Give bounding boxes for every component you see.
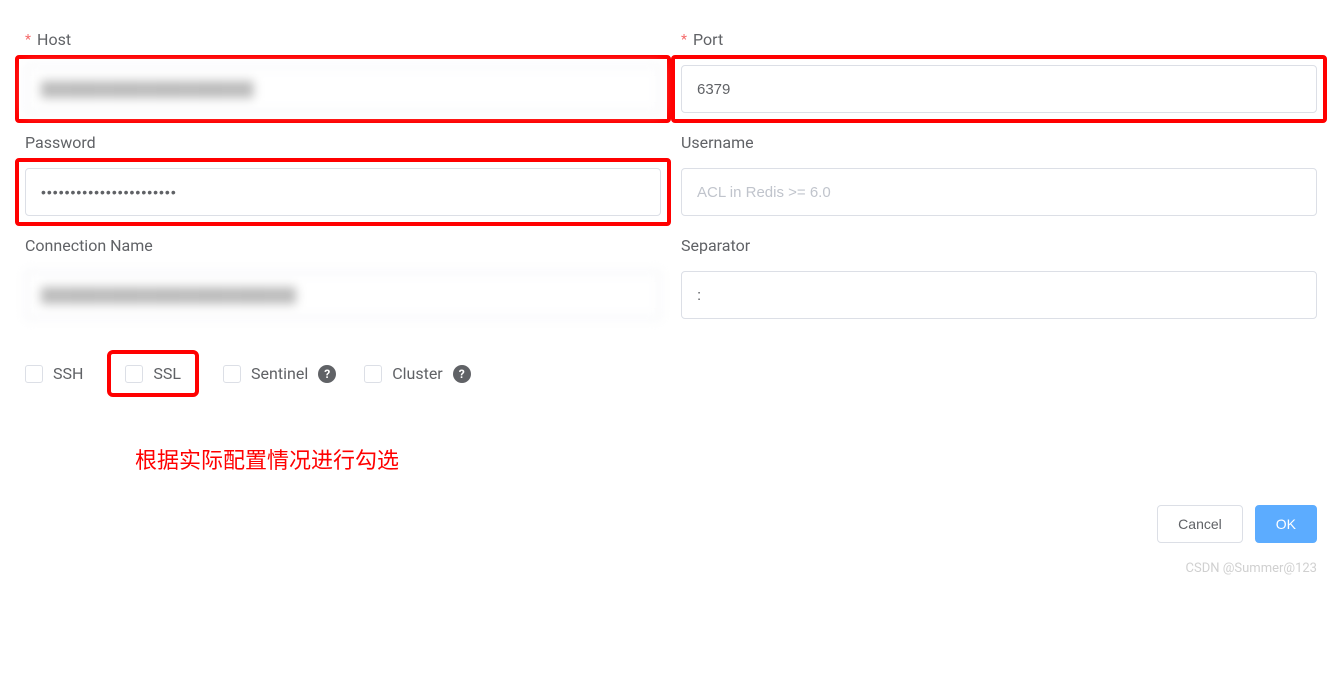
checkbox-icon	[364, 365, 382, 383]
separator-field-group: Separator	[681, 236, 1317, 319]
annotation-text: 根据实际配置情况进行勾选	[135, 443, 1317, 475]
separator-input[interactable]	[681, 271, 1317, 319]
cluster-checkbox-item[interactable]: Cluster ?	[364, 364, 471, 383]
separator-label-text: Separator	[681, 236, 750, 255]
username-input[interactable]	[681, 168, 1317, 216]
checkbox-icon	[125, 365, 143, 383]
port-label-text: Port	[693, 30, 723, 49]
help-icon[interactable]: ?	[318, 365, 336, 383]
host-label: * Host	[25, 30, 661, 49]
username-field-group: Username	[681, 133, 1317, 216]
ssh-checkbox-item[interactable]: SSH	[25, 364, 83, 383]
ssl-checkbox-label: SSL	[153, 364, 181, 383]
sentinel-checkbox-label: Sentinel	[251, 364, 308, 383]
username-label: Username	[681, 133, 1317, 152]
help-icon[interactable]: ?	[453, 365, 471, 383]
checkbox-icon	[25, 365, 43, 383]
connection-name-input[interactable]	[25, 271, 661, 319]
ssl-checkbox-item[interactable]: SSL	[125, 364, 181, 383]
port-field-group: * Port	[681, 30, 1317, 113]
ssh-checkbox-label: SSH	[53, 364, 83, 383]
connection-name-label-text: Connection Name	[25, 236, 153, 255]
port-input[interactable]	[681, 65, 1317, 113]
cluster-checkbox-label: Cluster	[392, 364, 443, 383]
password-input[interactable]	[25, 168, 661, 216]
connection-name-label: Connection Name	[25, 236, 661, 255]
separator-label: Separator	[681, 236, 1317, 255]
host-input[interactable]	[25, 65, 661, 113]
watermark-text: CSDN @Summer@123	[25, 561, 1317, 576]
password-label-text: Password	[25, 133, 96, 152]
password-field-group: Password	[25, 133, 661, 216]
ok-button[interactable]: OK	[1255, 505, 1317, 543]
connection-name-field-group: Connection Name	[25, 236, 661, 319]
password-highlight-box	[15, 158, 671, 226]
username-label-text: Username	[681, 133, 754, 152]
footer-buttons: Cancel OK	[25, 505, 1317, 543]
options-checkbox-row: SSH SSL Sentinel ? Cluster ?	[25, 364, 1317, 383]
host-label-text: Host	[37, 30, 71, 49]
port-highlight-box	[671, 55, 1327, 123]
password-label: Password	[25, 133, 661, 152]
sentinel-checkbox-item[interactable]: Sentinel ?	[223, 364, 336, 383]
ssl-highlight-box: SSL	[107, 350, 199, 397]
required-mark-icon: *	[681, 32, 687, 48]
cancel-button[interactable]: Cancel	[1157, 505, 1243, 543]
host-field-group: * Host	[25, 30, 661, 113]
host-highlight-box	[15, 55, 671, 123]
port-label: * Port	[681, 30, 1317, 49]
required-mark-icon: *	[25, 32, 31, 48]
checkbox-icon	[223, 365, 241, 383]
